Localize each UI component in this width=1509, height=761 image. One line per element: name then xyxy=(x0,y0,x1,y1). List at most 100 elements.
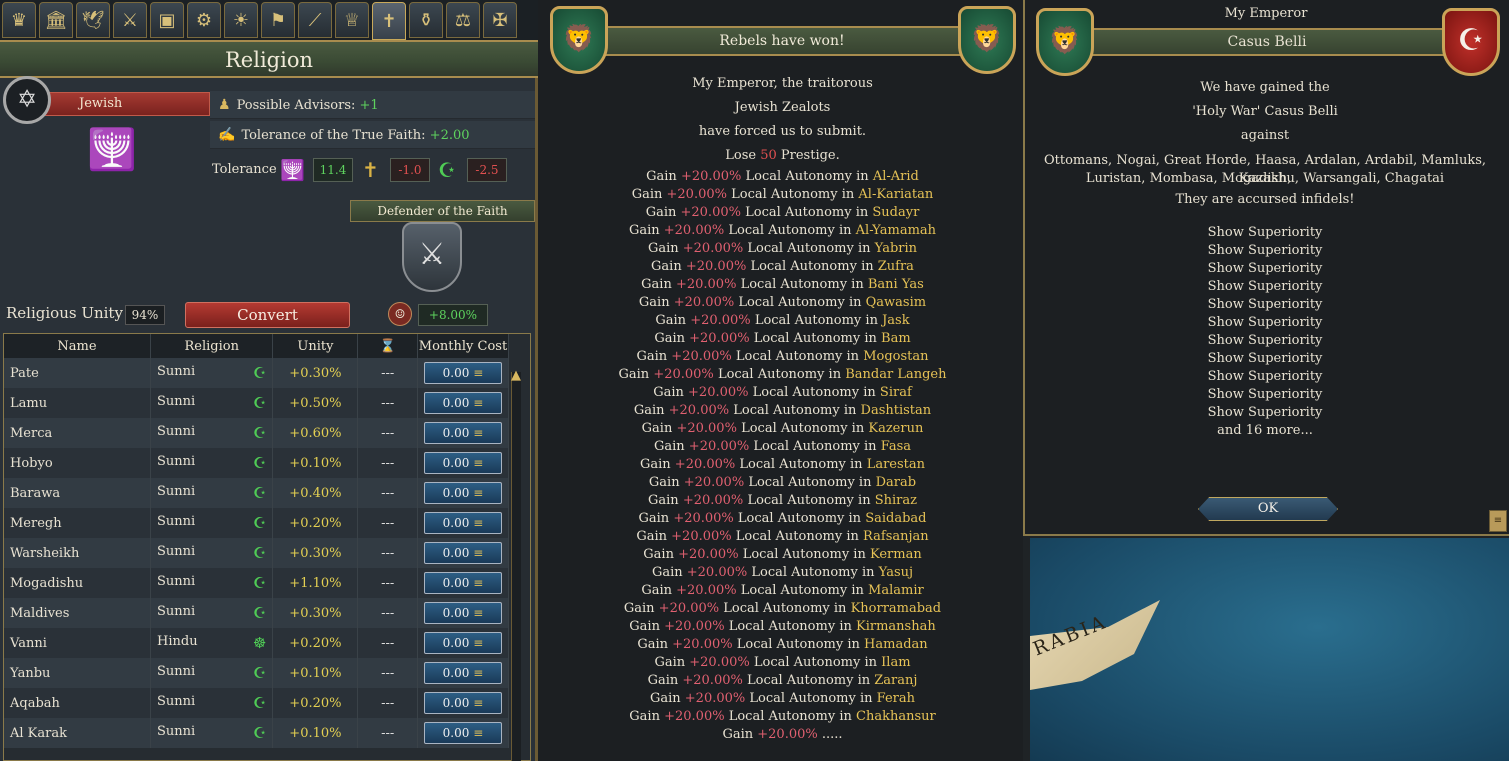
tab-dove-icon[interactable]: 🕊 xyxy=(76,2,110,38)
province-link[interactable]: Ilam xyxy=(881,655,910,670)
table-scrollbar[interactable] xyxy=(511,372,521,761)
table-row[interactable]: Hobyo Sunni ☪ +0.10% --- 0.00 ≡ xyxy=(4,448,510,478)
province-name[interactable]: Yanbu xyxy=(4,658,152,688)
province-name[interactable]: Lamu xyxy=(4,388,152,418)
tolerance-true-value: +2.00 xyxy=(429,128,470,143)
tab-pot-icon[interactable]: ⚱ xyxy=(409,2,443,38)
province-name[interactable]: Warsheikh xyxy=(4,538,152,568)
province-link[interactable]: Al-Yamamah xyxy=(856,223,936,238)
province-link[interactable]: Saidabad xyxy=(865,511,926,526)
province-name[interactable]: Hobyo xyxy=(4,448,152,478)
province-link[interactable]: Larestan xyxy=(867,457,925,472)
rebels-title: Rebels have won! xyxy=(566,26,998,56)
table-row[interactable]: Merca Sunni ☪ +0.60% --- 0.00 ≡ xyxy=(4,418,510,448)
province-link[interactable]: Malamir xyxy=(868,583,924,598)
convert-button[interactable]: Convert xyxy=(185,302,350,328)
province-link[interactable]: Bam xyxy=(881,331,911,346)
col-header-monthly-cost[interactable]: Monthly Cost xyxy=(417,334,510,358)
table-row[interactable]: Barawa Sunni ☪ +0.40% --- 0.00 ≡ xyxy=(4,478,510,508)
province-name[interactable]: Mogadishu xyxy=(4,568,152,598)
monthly-cost-button[interactable]: 0.00 ≡ xyxy=(423,482,502,504)
ledger-icon[interactable]: ≡ xyxy=(1489,510,1507,532)
tab-crown-icon[interactable]: ♛ xyxy=(2,2,36,38)
col-header-hourglass-icon[interactable]: ⌛ xyxy=(357,334,418,358)
province-link[interactable]: Ferah xyxy=(877,691,915,706)
table-row[interactable]: Aqabah Sunni ☪ +0.20% --- 0.00 ≡ xyxy=(4,688,510,718)
scroll-up-arrow-icon[interactable]: ▲ xyxy=(508,368,524,394)
monthly-cost-button[interactable]: 0.00 ≡ xyxy=(423,452,502,474)
missionary-icon[interactable]: ☺ xyxy=(388,302,412,326)
tab-trade-icon[interactable]: ▣ xyxy=(150,2,184,38)
table-row[interactable]: Lamu Sunni ☪ +0.50% --- 0.00 ≡ xyxy=(4,388,510,418)
tab-court-icon[interactable]: ⚖ xyxy=(446,2,480,38)
province-link[interactable]: Kirmanshah xyxy=(856,619,936,634)
tab-telescope-icon[interactable]: ⟋ xyxy=(298,2,332,38)
table-row[interactable]: Maldives Sunni ☪ +0.30% --- 0.00 ≡ xyxy=(4,598,510,628)
province-link[interactable]: Hamadan xyxy=(864,637,928,652)
province-link[interactable]: Rafsanjan xyxy=(863,529,929,544)
province-link[interactable]: Bandar Langeh xyxy=(845,367,946,382)
monthly-cost-button[interactable]: 0.00 ≡ xyxy=(423,602,502,624)
monthly-cost-button[interactable]: 0.00 ≡ xyxy=(423,422,502,444)
province-name[interactable]: Barawa xyxy=(4,478,152,508)
tab-estate-icon[interactable]: ⚑ xyxy=(261,2,295,38)
monthly-cost-button[interactable]: 0.00 ≡ xyxy=(423,722,502,744)
province-link[interactable]: Yabrin xyxy=(875,241,917,256)
monthly-cost-button[interactable]: 0.00 ≡ xyxy=(423,632,502,654)
monthly-cost-button[interactable]: 0.00 ≡ xyxy=(423,512,502,534)
tab-idea-icon[interactable]: ☀ xyxy=(224,2,258,38)
province-link[interactable]: Siraf xyxy=(880,385,912,400)
province-link[interactable]: Shiraz xyxy=(875,493,917,508)
monthly-cost-button[interactable]: 0.00 ≡ xyxy=(423,392,502,414)
col-header-unity[interactable]: Unity xyxy=(272,334,359,358)
province-link[interactable]: Chakhansur xyxy=(856,709,936,724)
province-link[interactable]: Kerman xyxy=(870,547,922,562)
province-link[interactable]: Al-Arid xyxy=(873,169,919,184)
table-row[interactable]: Vanni Hindu ☸ +0.20% --- 0.00 ≡ xyxy=(4,628,510,658)
monthly-cost-button[interactable]: 0.00 ≡ xyxy=(423,362,502,384)
province-link[interactable]: Zaranj xyxy=(874,673,917,688)
province-name[interactable]: Maldives xyxy=(4,598,152,628)
province-link[interactable]: Al-Kariatan xyxy=(858,187,933,202)
province-name[interactable]: Merca xyxy=(4,418,152,448)
province-link[interactable]: Jask xyxy=(882,313,910,328)
religion-emblem-icon[interactable]: ✡ xyxy=(3,76,51,124)
tab-building-icon[interactable]: 🏛 xyxy=(39,2,73,38)
table-row[interactable]: Meregh Sunni ☪ +0.20% --- 0.00 ≡ xyxy=(4,508,510,538)
tab-crown2-icon[interactable]: ♕ xyxy=(335,2,369,38)
province-name[interactable]: Meregh xyxy=(4,508,152,538)
monthly-cost-button[interactable]: 0.00 ≡ xyxy=(423,662,502,684)
table-row[interactable]: Warsheikh Sunni ☪ +0.30% --- 0.00 ≡ xyxy=(4,538,510,568)
province-link[interactable]: Yasuj xyxy=(879,565,913,580)
table-row[interactable]: Al Karak Sunni ☪ +0.10% --- 0.00 ≡ xyxy=(4,718,510,748)
province-link[interactable]: Qawasim xyxy=(866,295,926,310)
tab-army-icon[interactable]: ⚔ xyxy=(113,2,147,38)
ok-button[interactable]: OK xyxy=(1198,497,1338,521)
monthly-cost-button[interactable]: 0.00 ≡ xyxy=(423,692,502,714)
defender-shield-icon[interactable]: ⚔ xyxy=(402,222,462,292)
province-name[interactable]: Pate xyxy=(4,358,152,388)
gain-value: +20.00% xyxy=(676,421,737,436)
table-row[interactable]: Pate Sunni ☪ +0.30% --- 0.00 ≡ xyxy=(4,358,510,388)
table-row[interactable]: Yanbu Sunni ☪ +0.10% --- 0.00 ≡ xyxy=(4,658,510,688)
province-link[interactable]: Sudayr xyxy=(872,205,919,220)
province-link[interactable]: Dashtistan xyxy=(861,403,932,418)
tab-gear-icon[interactable]: ⚙ xyxy=(187,2,221,38)
tab-religion-cross-icon[interactable]: ✝ xyxy=(372,2,406,40)
province-link[interactable]: Darab xyxy=(876,475,916,490)
province-link[interactable]: Kazerun xyxy=(868,421,923,436)
col-header-religion[interactable]: Religion xyxy=(150,334,274,358)
monthly-cost-button[interactable]: 0.00 ≡ xyxy=(423,572,502,594)
table-row[interactable]: Mogadishu Sunni ☪ +1.10% --- 0.00 ≡ xyxy=(4,568,510,598)
tab-military-icon[interactable]: ✠ xyxy=(483,2,517,38)
monthly-cost-button[interactable]: 0.00 ≡ xyxy=(423,542,502,564)
col-header-name[interactable]: Name xyxy=(4,334,152,358)
province-link[interactable]: Bani Yas xyxy=(868,277,924,292)
province-name[interactable]: Al Karak xyxy=(4,718,152,748)
province-name[interactable]: Vanni xyxy=(4,628,152,658)
province-link[interactable]: Fasa xyxy=(881,439,911,454)
province-link[interactable]: Mogostan xyxy=(863,349,928,364)
province-link[interactable]: Khorramabad xyxy=(851,601,942,616)
province-link[interactable]: Zufra xyxy=(878,259,914,274)
province-name[interactable]: Aqabah xyxy=(4,688,152,718)
